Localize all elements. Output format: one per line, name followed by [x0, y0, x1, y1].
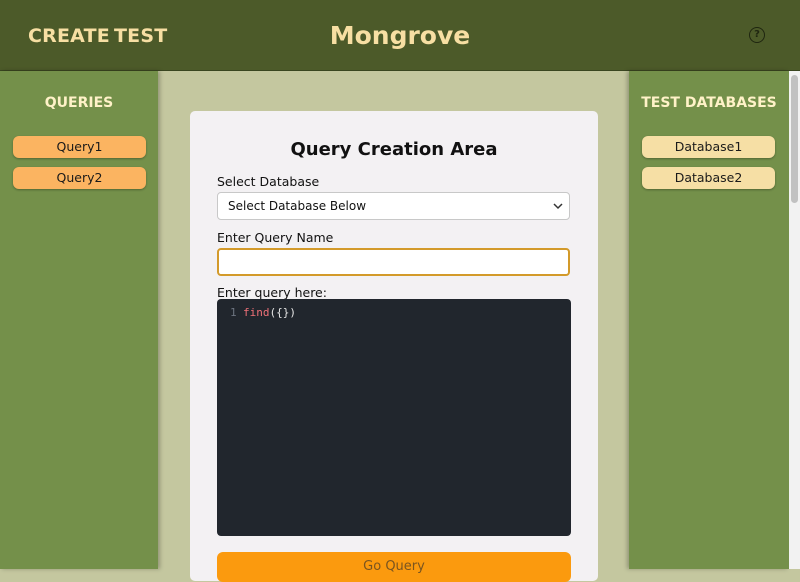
code-args: ({}) [269, 306, 297, 319]
select-database-label: Select Database [217, 174, 320, 189]
query-form-card: Query Creation Area Select Database Sele… [190, 111, 598, 582]
line-number: 1 [230, 306, 237, 319]
submit-query-button[interactable]: Go Query [217, 552, 571, 582]
code-function: find [243, 306, 270, 319]
databases-sidebar: TEST DATABASES Database1 Database2 [629, 71, 789, 569]
form-title: Query Creation Area [290, 139, 498, 160]
chevron-down-icon [553, 193, 563, 230]
scroll-thumb[interactable] [791, 75, 798, 203]
queries-heading: QUERIES [44, 95, 114, 111]
databases-heading: TEST DATABASES [641, 95, 777, 111]
query-editor-label: Enter query here: [217, 285, 327, 300]
queries-sidebar: QUERIES Query1 Query2 [0, 71, 158, 569]
database-select-value: Select Database Below [228, 199, 367, 213]
app-header: CREATE TEST Mongrove ? [0, 0, 800, 71]
database-item[interactable]: Database1 [642, 136, 775, 158]
query-item[interactable]: Query2 [13, 167, 146, 189]
query-name-input[interactable] [217, 248, 570, 276]
question-circle-icon[interactable]: ? [749, 27, 765, 43]
query-name-label: Enter Query Name [217, 230, 334, 245]
app-title: Mongrove [329, 21, 471, 50]
code-line: find({}) [243, 306, 296, 319]
query-item[interactable]: Query1 [13, 136, 146, 158]
database-item[interactable]: Database2 [642, 167, 775, 189]
page-scrollbar[interactable] [789, 71, 800, 569]
database-select[interactable]: Select Database Below [217, 192, 570, 220]
query-code-editor[interactable]: 1 find({}) [217, 299, 571, 536]
